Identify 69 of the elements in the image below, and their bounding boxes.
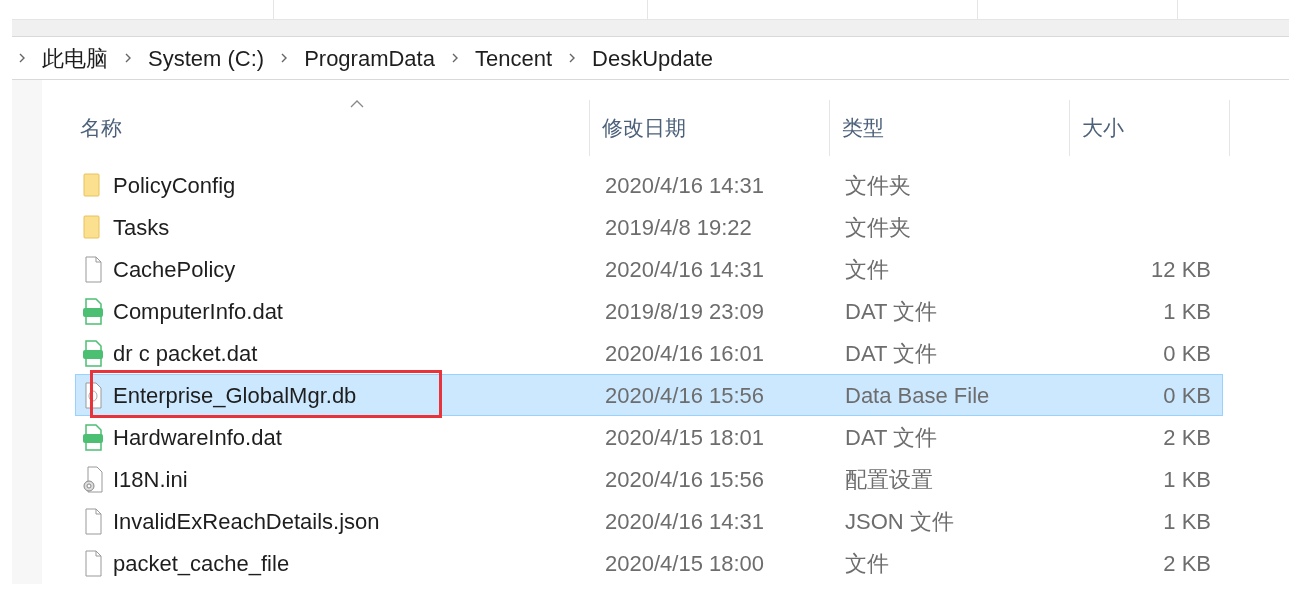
file-row[interactable]: PolicyConfig 2020/4/16 14:31 文件夹 — [75, 164, 1223, 206]
column-header[interactable]: 大小 — [1082, 112, 1124, 144]
file-size: 0 KB — [1163, 340, 1211, 366]
breadcrumb-item[interactable]: Tencent — [470, 41, 557, 75]
breadcrumb-item[interactable]: DeskUpdate — [588, 41, 718, 75]
file-type: DAT 文件 — [845, 340, 938, 366]
file-row[interactable]: CachePolicy 2020/4/16 14:31 文件 12 KB — [75, 248, 1223, 290]
breadcrumb-item[interactable]: 此电脑 — [38, 41, 112, 75]
file-name: Enterprise_GlobalMgr.db — [113, 381, 357, 410]
modified-date: 2019/4/8 19:22 — [605, 214, 752, 240]
modified-date: 2020/4/15 18:00 — [605, 550, 765, 576]
file-type: DAT 文件 — [845, 424, 938, 450]
modified-date: 2020/4/16 15:56 — [605, 382, 765, 408]
file-size: 1 KB — [1163, 508, 1211, 534]
data-file-icon — [82, 423, 104, 451]
file-name: InvalidExReachDetails.json — [113, 507, 380, 536]
modified-date: 2020/4/16 14:31 — [605, 508, 765, 534]
chevron-icon — [124, 52, 132, 64]
modified-date: 2020/4/16 16:01 — [605, 340, 765, 366]
file-type: 配置设置 — [845, 466, 933, 492]
modified-date: 2020/4/16 15:56 — [605, 466, 765, 492]
chevron-icon — [18, 52, 26, 64]
file-name: Tasks — [113, 213, 170, 242]
file-icon — [82, 549, 104, 577]
chevron-icon — [280, 52, 289, 64]
file-type: JSON 文件 — [845, 508, 954, 534]
file-name: HardwareInfo.dat — [113, 423, 282, 452]
file-row[interactable]: InvalidExReachDetails.json 2020/4/16 14:31 JSON 文件 1 KB — [75, 500, 1223, 542]
file-row[interactable]: packet_cache_file 2020/4/15 18:00 文件 2 KB — [75, 542, 1223, 584]
data-file-icon — [82, 339, 104, 367]
file-size: 12 KB — [1151, 256, 1211, 282]
gear-file-icon — [82, 465, 104, 493]
file-type: 文件 — [845, 256, 889, 282]
file-size: 1 KB — [1163, 298, 1211, 324]
modified-date: 2020/4/16 14:31 — [605, 172, 765, 198]
file-name: packet_cache_file — [113, 549, 290, 578]
file-row[interactable]: Tasks 2019/4/8 19:22 文件夹 — [75, 206, 1223, 248]
data-file-icon — [82, 297, 104, 325]
file-type: 文件夹 — [845, 214, 911, 240]
file-row[interactable]: ComputerInfo.dat 2019/8/19 23:09 DAT 文件 1 KB — [75, 290, 1223, 332]
file-size: 0 KB — [1163, 382, 1211, 408]
file-name: I18N.ini — [113, 465, 188, 494]
file-size: 2 KB — [1163, 424, 1211, 450]
file-row[interactable]: dr c packet.dat 2020/4/16 16:01 DAT 文件 0 KB — [75, 332, 1223, 374]
breadcrumb-item[interactable]: ProgramData — [300, 41, 439, 75]
file-row[interactable]: I18N.ini 2020/4/16 15:56 配置设置 1 KB — [75, 458, 1223, 500]
sort-caret-icon — [350, 100, 364, 108]
file-size: 1 KB — [1163, 466, 1211, 492]
file-type: Data Base File — [845, 382, 990, 408]
file-row[interactable]: HardwareInfo.dat 2020/4/15 18:01 DAT 文件 2 KB — [75, 416, 1223, 458]
chevron-icon — [568, 52, 577, 64]
modified-date: 2019/8/19 23:09 — [605, 298, 765, 324]
modified-date: 2020/4/16 14:31 — [605, 256, 765, 282]
column-header[interactable]: 名称 — [80, 112, 122, 144]
file-icon — [82, 507, 104, 535]
file-name: ComputerInfo.dat — [113, 297, 283, 326]
breadcrumb-item[interactable]: System (C:) — [144, 41, 269, 75]
file-name: PolicyConfig — [113, 171, 236, 200]
column-header[interactable]: 类型 — [842, 112, 884, 144]
file-size: 2 KB — [1163, 550, 1211, 576]
file-name: dr c packet.dat — [113, 339, 258, 368]
file-type: 文件夹 — [845, 172, 911, 198]
file-type: DAT 文件 — [845, 298, 938, 324]
file-icon — [82, 255, 104, 283]
file-type: 文件 — [845, 550, 889, 576]
file-name: CachePolicy — [113, 255, 236, 284]
chevron-icon — [450, 52, 459, 64]
modified-date: 2020/4/15 18:01 — [605, 424, 765, 450]
column-header[interactable]: 修改日期 — [602, 112, 686, 144]
